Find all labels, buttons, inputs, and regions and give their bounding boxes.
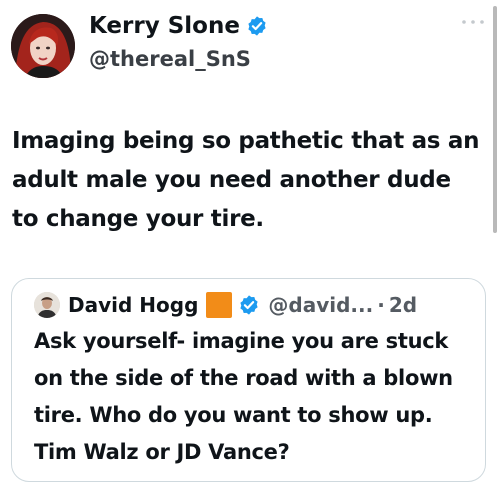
orange-square-emoji xyxy=(206,292,233,318)
quoted-author-avatar-image xyxy=(34,292,60,318)
author-name-row[interactable]: Kerry Slone xyxy=(89,11,268,41)
author-avatar-image xyxy=(11,14,75,78)
scrollbar[interactable] xyxy=(493,6,497,233)
quoted-tweet-header: David Hogg @david... · 2d xyxy=(34,287,417,323)
author-handle[interactable]: @thereal_SnS xyxy=(89,45,251,73)
quoted-author-handle[interactable]: @david... xyxy=(268,291,373,319)
quoted-author-name[interactable]: David Hogg xyxy=(68,291,198,319)
verified-badge-icon xyxy=(240,295,259,315)
tweet-text: Imaging being so pathetic that as an adu… xyxy=(12,128,480,232)
more-options-icon[interactable] xyxy=(458,14,488,30)
author-name[interactable]: Kerry Slone xyxy=(89,11,240,41)
author-avatar[interactable] xyxy=(11,14,75,78)
quoted-tweet-time[interactable]: 2d xyxy=(389,291,417,319)
quoted-tweet-text: Ask yourself- imagine you are stuck on t… xyxy=(34,329,453,464)
verified-badge-icon xyxy=(248,16,266,36)
separator-dot: · xyxy=(377,293,385,317)
quoted-author-avatar[interactable] xyxy=(34,292,60,318)
quoted-tweet-card[interactable]: David Hogg @david... · 2d Ask yourself- … xyxy=(11,278,486,482)
